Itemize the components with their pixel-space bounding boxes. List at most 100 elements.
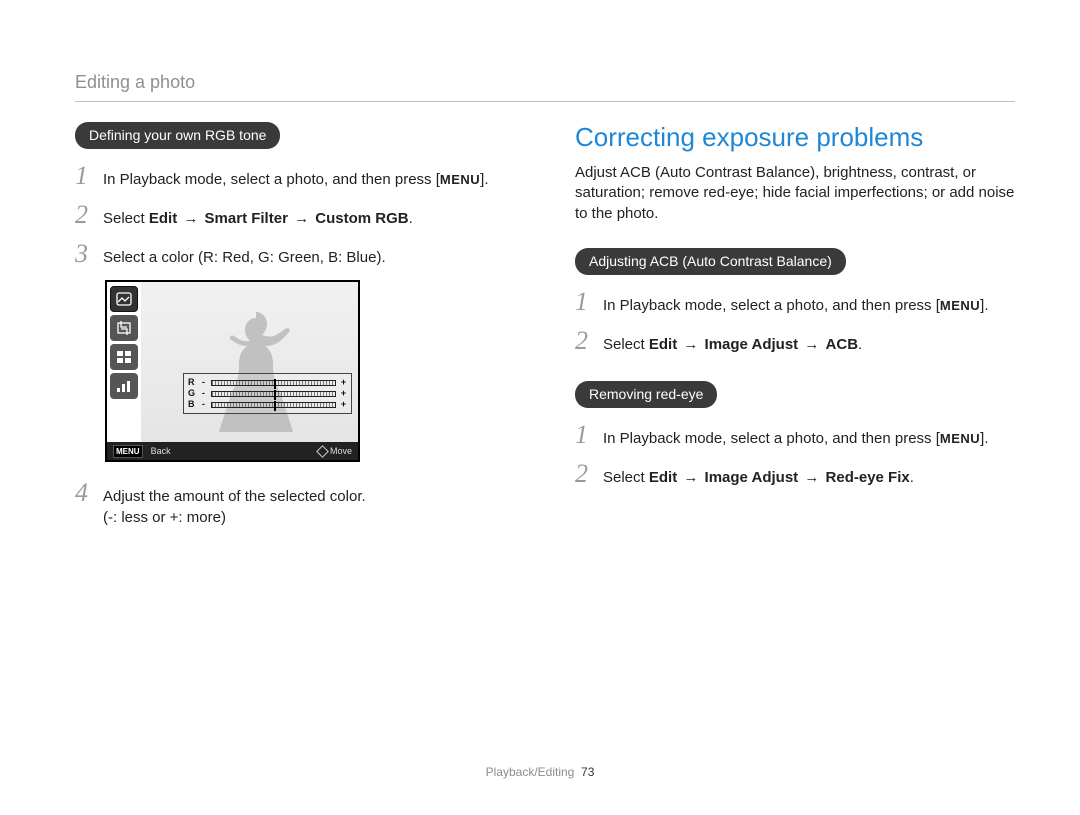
arrow-icon: → [798,469,825,486]
arrow-icon: → [177,210,204,227]
footer-section: Playback/Editing [486,765,575,779]
footer-back-label: Back [151,446,171,456]
right-step-row: 2 Select Edit → Image Adjust → ACB. [575,328,1015,355]
nav-indicator: Move [318,446,352,456]
step-number: 4 [75,480,93,506]
pill-acb: Adjusting ACB (Auto Contrast Balance) [575,248,846,275]
right-step-row: 1 In Playback mode, select a photo, and … [575,422,1015,449]
step-number: 2 [575,328,593,354]
rgb-row: R - + [188,377,347,388]
step-text: In Playback mode, select a photo, and th… [103,169,489,190]
text: ]. [980,430,988,447]
step-text: Adjust the amount of the selected color.… [103,486,366,528]
edit-label: Edit [649,336,677,353]
path-a: Smart Filter [205,210,288,227]
step-number: 1 [75,163,93,189]
menu-key: MENU [940,298,980,313]
text: . [409,210,413,227]
minus-icon: - [200,388,207,399]
step-number: 2 [575,461,593,487]
right-column: Correcting exposure problems Adjust ACB … [575,122,1015,540]
text: Select [103,210,149,227]
pill-rgb-tone: Defining your own RGB tone [75,122,280,149]
lcd-main: R - + G - + [107,282,358,442]
intro-paragraph: Adjust ACB (Auto Contrast Balance), brig… [575,163,1015,224]
header-rule [75,101,1015,102]
text: In Playback mode, select a photo, and th… [103,171,440,188]
step-text: Select a color (R: Red, G: Green, B: Blu… [103,247,386,268]
plus-icon: + [340,399,347,410]
subtext: (-: less or +: more) [103,509,226,526]
page-header: Editing a photo [75,72,1015,93]
edit-label: Edit [649,469,677,486]
path-b: ACB [826,336,859,353]
plus-icon: + [340,377,347,388]
menu-key: MENU [940,431,980,446]
rgb-slider [211,402,336,408]
text: Select [603,336,649,353]
left-step-row: 1 In Playback mode, select a photo, and … [75,163,515,190]
text: In Playback mode, select a photo, and th… [603,430,940,447]
rgb-label-r: R [188,377,196,388]
left-step-row: 2 Select Edit → Smart Filter → Custom RG… [75,202,515,229]
rgb-panel: R - + G - + [183,373,352,414]
left-step-row: 3 Select a color (R: Red, G: Green, B: B… [75,241,515,268]
step-text: Select Edit → Image Adjust → ACB. [603,334,862,355]
lcd-footer: MENU Back Move [107,442,358,460]
lcd-canvas: R - + G - + [141,282,358,442]
left-column: Defining your own RGB tone 1 In Playback… [75,122,515,540]
footer-move-label: Move [330,446,352,456]
menu-key-icon: MENU [113,445,143,458]
rgb-row: B - + [188,399,347,410]
arrow-icon: → [288,210,315,227]
lcd-toolbar [107,282,141,442]
lcd-screenshot: R - + G - + [105,280,515,462]
step-number: 2 [75,202,93,228]
lcd-frame: R - + G - + [105,280,360,462]
text: ]. [480,171,488,188]
step-number: 3 [75,241,93,267]
left-step-row: 4 Adjust the amount of the selected colo… [75,480,515,528]
pill-redeye: Removing red-eye [575,381,717,408]
rgb-label-b: B [188,399,196,410]
plus-icon: + [340,388,347,399]
text: . [858,336,862,353]
tool-levels-icon [110,373,138,399]
rgb-label-g: G [188,388,196,399]
text: In Playback mode, select a photo, and th… [603,297,940,314]
minus-icon: - [200,399,207,410]
dpad-icon [316,445,329,458]
step-text: In Playback mode, select a photo, and th… [603,428,989,449]
right-step-row: 1 In Playback mode, select a photo, and … [575,289,1015,316]
step-text: Select Edit → Image Adjust → Red-eye Fix… [603,467,914,488]
person-silhouette-icon [196,302,316,442]
path-a: Image Adjust [705,336,799,353]
path-a: Image Adjust [705,469,799,486]
rgb-slider [211,391,336,397]
rgb-row: G - + [188,388,347,399]
edit-label: Edit [149,210,177,227]
path-b: Custom RGB [315,210,408,227]
tool-crop-icon [110,315,138,341]
text: Select [603,469,649,486]
arrow-icon: → [798,336,825,353]
tool-grid-icon [110,344,138,370]
footer-page: 73 [581,765,594,779]
arrow-icon: → [677,469,704,486]
rgb-slider [211,380,336,386]
minus-icon: - [200,377,207,388]
text: Adjust the amount of the selected color. [103,488,366,505]
text: . [910,469,914,486]
page-footer: Playback/Editing 73 [0,765,1080,779]
text: ]. [980,297,988,314]
step-text: In Playback mode, select a photo, and th… [603,295,989,316]
step-number: 1 [575,289,593,315]
arrow-icon: → [677,336,704,353]
section-heading: Correcting exposure problems [575,122,1015,153]
path-b: Red-eye Fix [826,469,910,486]
step-number: 1 [575,422,593,448]
content-columns: Defining your own RGB tone 1 In Playback… [75,122,1015,540]
right-step-row: 2 Select Edit → Image Adjust → Red-eye F… [575,461,1015,488]
tool-photo-icon [110,286,138,312]
step-text: Select Edit → Smart Filter → Custom RGB. [103,208,413,229]
